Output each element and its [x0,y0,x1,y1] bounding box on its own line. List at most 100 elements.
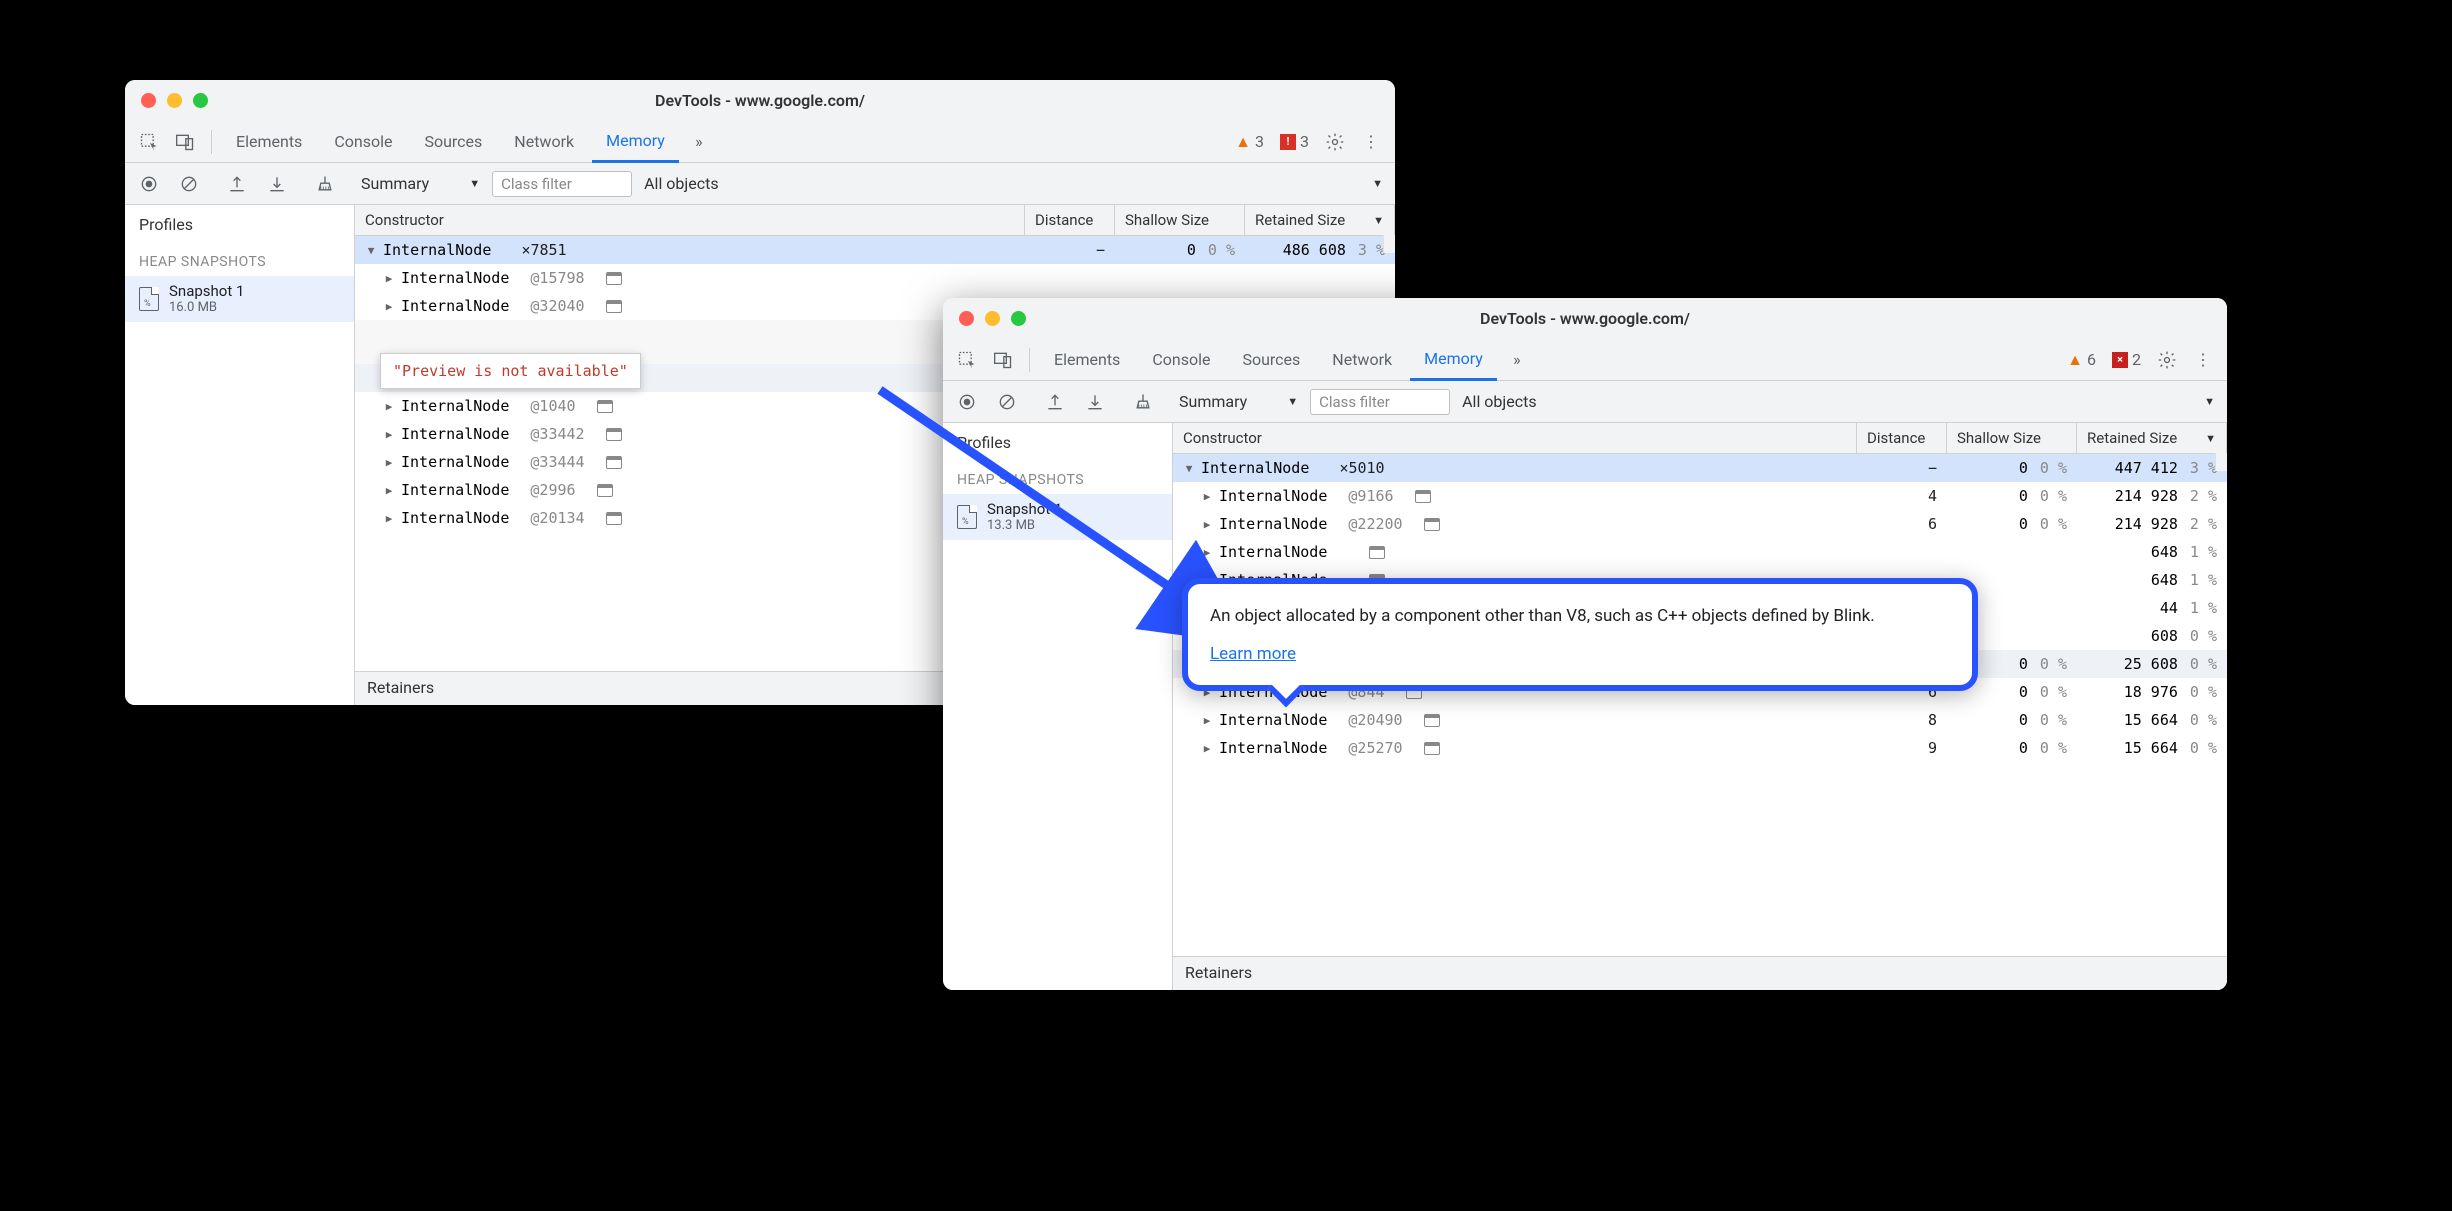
gc-broom-icon[interactable] [1127,386,1159,418]
window-icon [1424,742,1440,755]
traffic-lights [141,93,208,108]
window-title: DevTools - www.google.com/ [139,91,1381,110]
view-select[interactable]: Summary▼ [357,174,484,193]
object-row[interactable]: ▶InternalNode @9166 400 %214 9282 % [1173,482,2227,510]
col-retained[interactable]: Retained Size▼ [2077,423,2227,453]
titlebar: DevTools - www.google.com/ [943,298,2227,339]
object-row[interactable]: ▶InternalNode @15798 [355,264,1395,292]
window-icon [606,456,622,469]
scrollbar-thumb[interactable] [1383,235,1395,253]
tab-network[interactable]: Network [500,121,588,163]
tab-elements[interactable]: Elements [222,121,316,163]
settings-gear-icon[interactable] [2151,344,2183,376]
tab-sources[interactable]: Sources [1228,339,1314,381]
objects-select[interactable]: All objects▼ [640,174,1387,193]
warnings-indicator[interactable]: ▲3 [1229,132,1270,152]
object-row[interactable]: ▶InternalNode @25270 900 %15 6640 % [1173,734,2227,762]
close-window-button[interactable] [959,311,974,326]
tab-network[interactable]: Network [1318,339,1406,381]
snapshot-name: Snapshot 1 [987,500,1062,518]
profiles-header: Profiles [943,423,1172,462]
tabbar: Elements Console Sources Network Memory … [943,339,2227,381]
col-shallow[interactable]: Shallow Size [1947,423,2077,453]
titlebar: DevTools - www.google.com/ [125,80,1395,121]
profiles-sidebar: Profiles HEAP SNAPSHOTS Snapshot 1 16.0 … [125,205,355,705]
learn-more-link[interactable]: Learn more [1210,642,1296,668]
scrollbar-thumb[interactable] [2215,453,2227,471]
warnings-indicator[interactable]: ▲6 [2061,350,2102,370]
column-headers: Constructor Distance Shallow Size Retain… [355,205,1395,236]
clear-icon[interactable] [991,386,1023,418]
tab-elements[interactable]: Elements [1040,339,1134,381]
upload-icon[interactable] [1039,386,1071,418]
more-tabs-icon[interactable]: » [1501,344,1533,376]
tabbar: Elements Console Sources Network Memory … [125,121,1395,163]
gc-broom-icon[interactable] [309,168,341,200]
tab-memory[interactable]: Memory [1410,339,1497,381]
constructor-row[interactable]: ▼InternalNode ×5010 − 00 % 447 4123 % [1173,454,2227,482]
clear-icon[interactable] [173,168,205,200]
tab-sources[interactable]: Sources [410,121,496,163]
window-icon [1424,714,1440,727]
object-row[interactable]: ▶InternalNode @22200 600 %214 9282 % [1173,510,2227,538]
errors-indicator[interactable]: ×2 [2106,350,2147,369]
snapshot-size: 16.0 MB [169,300,244,316]
class-filter-input[interactable]: Class filter [492,171,632,197]
minimize-window-button[interactable] [985,311,1000,326]
settings-gear-icon[interactable] [1319,126,1351,158]
objects-select[interactable]: All objects▼ [1458,392,2219,411]
kebab-menu-icon[interactable]: ⋮ [1355,126,1387,158]
col-shallow[interactable]: Shallow Size [1115,205,1245,235]
errors-indicator[interactable]: !3 [1274,132,1315,151]
upload-icon[interactable] [221,168,253,200]
traffic-lights [959,311,1026,326]
window-icon [597,400,613,413]
window-icon [606,512,622,525]
class-filter-input[interactable]: Class filter [1310,389,1450,415]
col-retained[interactable]: Retained Size▼ [1245,205,1395,235]
profiles-sidebar: Profiles HEAP SNAPSHOTS Snapshot 1 13.3 … [943,423,1173,990]
window-icon [1369,546,1385,559]
close-window-button[interactable] [141,93,156,108]
heap-section-header: HEAP SNAPSHOTS [943,462,1172,494]
profiles-header: Profiles [125,205,354,244]
window-icon [597,484,613,497]
snapshot-item[interactable]: Snapshot 1 13.3 MB [943,494,1172,540]
snapshot-name: Snapshot 1 [169,282,244,300]
object-row[interactable]: ▶InternalNode @20490 800 %15 6640 % [1173,706,2227,734]
snapshot-file-icon [139,287,159,311]
kebab-menu-icon[interactable]: ⋮ [2187,344,2219,376]
window-icon [606,272,622,285]
col-constructor[interactable]: Constructor [355,205,1025,235]
snapshot-table: Constructor Distance Shallow Size Retain… [1173,423,2227,990]
memory-toolbar: Summary▼ Class filter All objects▼ [943,381,2227,423]
col-distance[interactable]: Distance [1025,205,1115,235]
download-icon[interactable] [261,168,293,200]
more-tabs-icon[interactable]: » [683,126,715,158]
tab-console[interactable]: Console [1138,339,1224,381]
record-icon[interactable] [951,386,983,418]
devtools-window-after: DevTools - www.google.com/ Elements Cons… [943,298,2227,990]
tab-console[interactable]: Console [320,121,406,163]
column-headers: Constructor Distance Shallow Size Retain… [1173,423,2227,454]
inspect-icon[interactable] [133,126,165,158]
constructor-row[interactable]: ▼InternalNode ×7851 − 00 % 486 6083 % [355,236,1395,264]
minimize-window-button[interactable] [167,93,182,108]
retainers-panel-header[interactable]: Retainers [1173,956,2227,990]
zoom-window-button[interactable] [1011,311,1026,326]
download-icon[interactable] [1079,386,1111,418]
col-distance[interactable]: Distance [1857,423,1947,453]
object-row[interactable]: ▶InternalNode 6481 % [1173,538,2227,566]
view-select[interactable]: Summary▼ [1175,392,1302,411]
heap-section-header: HEAP SNAPSHOTS [125,244,354,276]
device-toggle-icon[interactable] [169,126,201,158]
inspect-icon[interactable] [951,344,983,376]
zoom-window-button[interactable] [193,93,208,108]
window-icon [606,300,622,313]
device-toggle-icon[interactable] [987,344,1019,376]
snapshot-item[interactable]: Snapshot 1 16.0 MB [125,276,354,322]
col-constructor[interactable]: Constructor [1173,423,1857,453]
window-title: DevTools - www.google.com/ [957,309,2213,328]
record-icon[interactable] [133,168,165,200]
tab-memory[interactable]: Memory [592,121,679,163]
